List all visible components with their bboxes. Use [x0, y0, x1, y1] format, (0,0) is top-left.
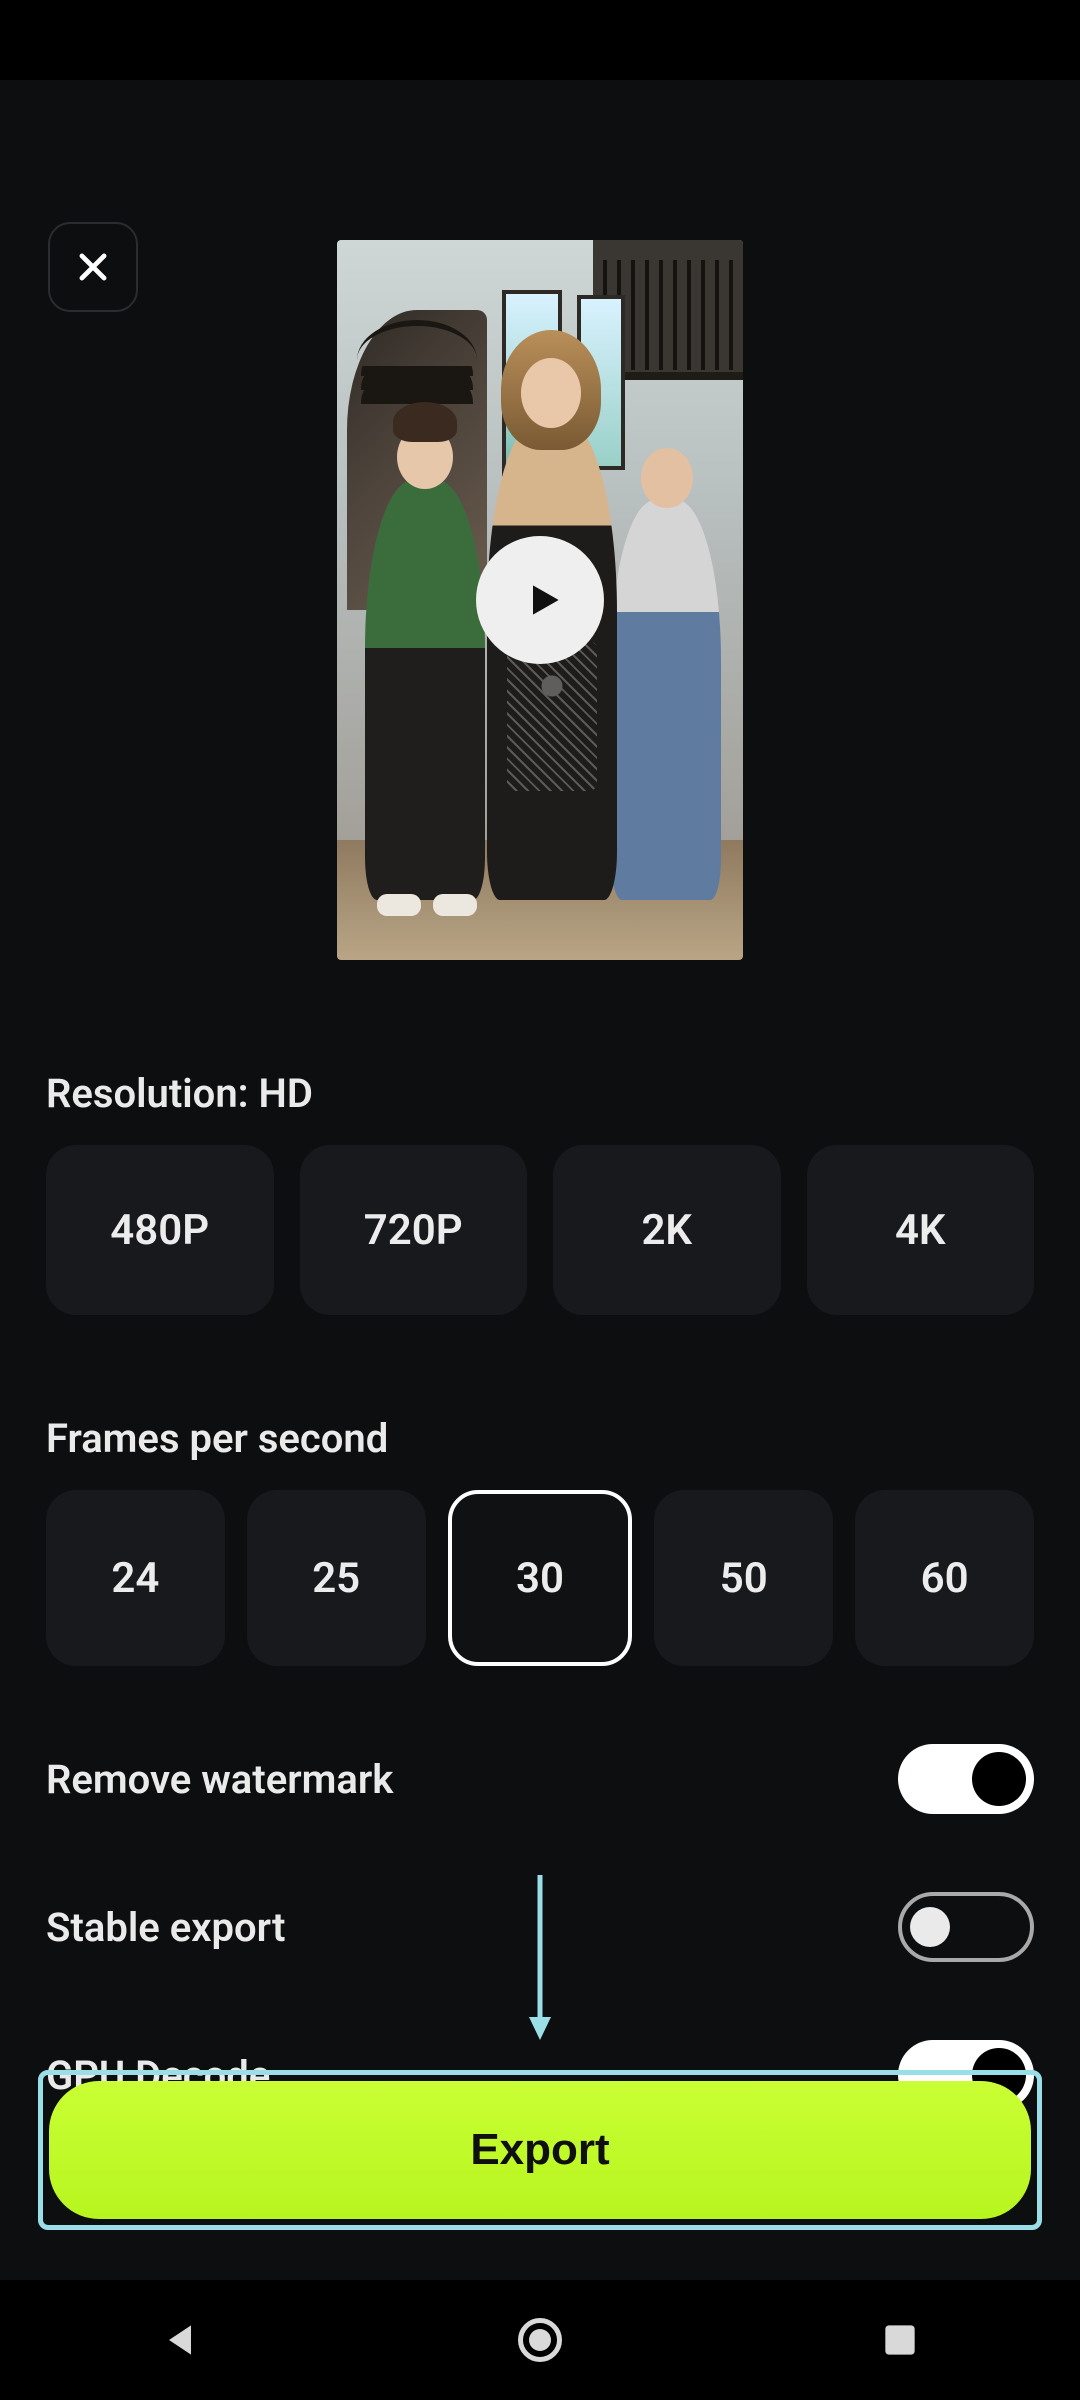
nav-home-button[interactable] [510, 2310, 570, 2370]
remove-watermark-label: Remove watermark [46, 1756, 393, 1803]
stable-export-row: Stable export [46, 1892, 1034, 1962]
fps-option-25[interactable]: 25 [247, 1490, 426, 1666]
recents-icon [878, 2318, 922, 2362]
fps-options: 24 25 30 50 60 [46, 1490, 1034, 1666]
close-button[interactable] [48, 222, 138, 312]
resolution-option-2k[interactable]: 2K [553, 1145, 781, 1315]
resolution-option-4k[interactable]: 4K [807, 1145, 1035, 1315]
play-icon [522, 578, 566, 622]
export-settings-screen: Resolution: HD 480P 720P 2K 4K Frames pe… [0, 80, 1080, 2280]
fps-option-24[interactable]: 24 [46, 1490, 225, 1666]
export-button-highlight: Export [38, 2070, 1042, 2230]
remove-watermark-toggle[interactable] [898, 1744, 1034, 1814]
home-icon [518, 2318, 562, 2362]
close-icon [74, 248, 112, 286]
remove-watermark-row: Remove watermark [46, 1744, 1034, 1814]
stable-export-label: Stable export [46, 1904, 285, 1951]
nav-recents-button[interactable] [870, 2310, 930, 2370]
fps-option-30[interactable]: 30 [448, 1490, 633, 1666]
video-preview[interactable] [337, 240, 743, 960]
play-button[interactable] [476, 536, 604, 664]
system-navbar [0, 2280, 1080, 2400]
export-settings: Resolution: HD 480P 720P 2K 4K Frames pe… [0, 960, 1080, 2110]
nav-back-button[interactable] [150, 2310, 210, 2370]
fps-option-50[interactable]: 50 [654, 1490, 833, 1666]
video-preview-container [0, 240, 1080, 960]
resolution-option-480p[interactable]: 480P [46, 1145, 274, 1315]
back-icon [158, 2318, 202, 2362]
resolution-option-720p[interactable]: 720P [300, 1145, 528, 1315]
fps-label: Frames per second [46, 1415, 1034, 1462]
resolution-label: Resolution: HD [46, 1070, 1034, 1117]
export-button[interactable]: Export [49, 2081, 1031, 2219]
resolution-options: 480P 720P 2K 4K [46, 1145, 1034, 1315]
stable-export-toggle[interactable] [898, 1892, 1034, 1962]
fps-option-60[interactable]: 60 [855, 1490, 1034, 1666]
